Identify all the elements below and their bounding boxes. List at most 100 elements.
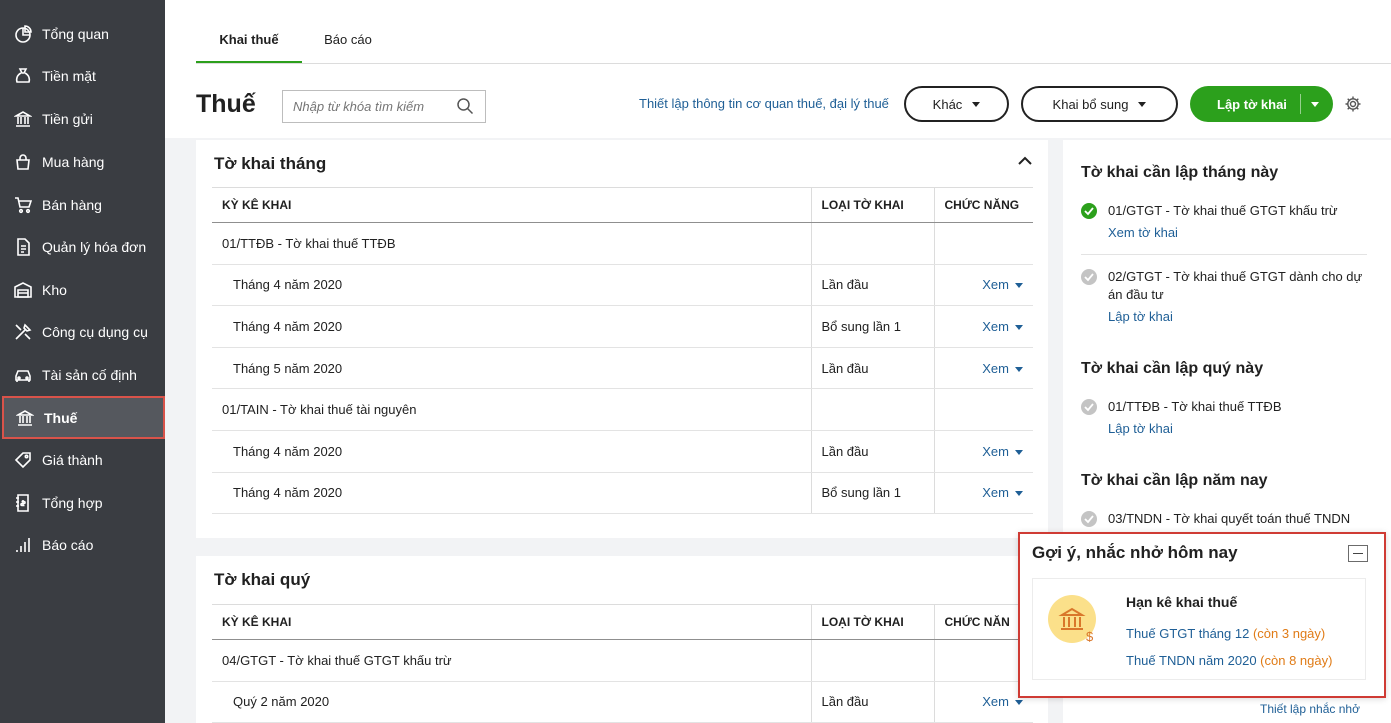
column-header: LOẠI TỜ KHAI — [810, 187, 934, 223]
page-title: Thuế — [196, 90, 256, 118]
sidebar-item-label: Mua hàng — [42, 154, 105, 170]
sidebar: Tổng quan Tiền mặt Tiền gửi Mua hàng Bán… — [0, 0, 165, 723]
reminder-heading: Hạn kê khai thuế — [1126, 594, 1238, 610]
sidebar-item-cost[interactable]: Giá thành — [0, 439, 165, 481]
check-pending-icon — [1081, 511, 1097, 527]
bank-icon — [13, 109, 33, 129]
reminder-setup-link[interactable]: Thiết lập nhắc nhở — [1260, 702, 1360, 716]
table-row: Tháng 4 năm 2020 Lần đầu Xem — [212, 264, 1033, 307]
view-dropdown-button[interactable]: Xem — [982, 277, 1023, 292]
caret-down-icon — [1015, 366, 1023, 372]
todo-item: 01/TTĐB - Tờ khai thuế TTĐB Lập tờ khai — [1081, 398, 1371, 438]
popup-title: Gợi ý, nhắc nhở hôm nay — [1032, 543, 1238, 562]
sidebar-item-summary[interactable]: Tổng hợp — [0, 482, 165, 524]
sidebar-item-invoice[interactable]: Quản lý hóa đơn — [0, 226, 165, 268]
sidebar-item-tools[interactable]: Công cụ dụng cụ — [0, 311, 165, 353]
tax-agency-setup-link[interactable]: Thiết lập thông tin cơ quan thuế, đại lý… — [639, 96, 889, 111]
caret-down-icon — [1015, 449, 1023, 455]
table-row: Tháng 5 năm 2020 Lần đầu Xem — [212, 347, 1033, 390]
check-pending-icon — [1081, 269, 1097, 285]
cart-icon — [13, 195, 33, 215]
bar-chart-icon — [13, 535, 33, 555]
column-header: LOẠI TỜ KHAI — [810, 604, 934, 640]
car-icon — [13, 365, 33, 385]
tax-deadline-icon: $ — [1048, 595, 1096, 644]
reminder-item-link[interactable]: Thuế TNDN năm 2020 (còn 8 ngày) — [1126, 653, 1332, 668]
sidebar-item-tax[interactable]: Thuế — [2, 396, 165, 439]
column-header: KỲ KÊ KHAI — [212, 187, 811, 223]
shopping-bag-icon — [13, 152, 33, 172]
view-dropdown-button[interactable]: Xem — [982, 694, 1023, 709]
sidebar-item-label: Tài sản cố định — [42, 367, 137, 383]
card-title: Tờ khai quý — [214, 570, 311, 589]
invoice-icon — [13, 237, 33, 257]
view-dropdown-button[interactable]: Xem — [982, 444, 1023, 459]
sidebar-item-reports[interactable]: Báo cáo — [0, 524, 165, 566]
group-row: 01/TAIN - Tờ khai thuế tài nguyên — [212, 388, 1033, 431]
view-declaration-link[interactable]: Xem tờ khai — [1108, 224, 1371, 242]
caret-down-icon — [1015, 325, 1023, 331]
todo-item: 01/GTGT - Tờ khai thuế GTGT khấu trừ Xem… — [1081, 202, 1371, 242]
caret-down-icon — [1015, 491, 1023, 497]
supplement-dropdown-button[interactable]: Khai bổ sung — [1021, 86, 1178, 122]
dashboard-icon — [13, 24, 33, 44]
group-row: 01/TTĐB - Tờ khai thuế TTĐB — [212, 222, 1033, 265]
sidebar-item-warehouse[interactable]: Kho — [0, 269, 165, 311]
tab-reports[interactable]: Báo cáo — [313, 22, 383, 64]
monthly-table: KỲ KÊ KHAI LOẠI TỜ KHAI CHỨC NĂNG 01/TTĐ… — [212, 187, 1033, 515]
caret-down-icon — [972, 101, 981, 107]
check-done-icon — [1081, 203, 1097, 219]
chevron-up-icon[interactable] — [1018, 156, 1032, 166]
caret-down-icon[interactable] — [1311, 101, 1319, 107]
sidebar-item-label: Tổng quan — [42, 26, 109, 42]
table-row: Tháng 4 năm 2020 Bổ sung lần 1 Xem — [212, 472, 1033, 515]
ledger-icon — [13, 493, 33, 513]
column-header: KỲ KÊ KHAI — [212, 604, 811, 640]
tax-bank-icon — [15, 408, 35, 428]
monthly-declarations-card: Tờ khai tháng KỲ KÊ KHAI LOẠI TỜ KHAI CH… — [196, 140, 1048, 538]
sidebar-item-label: Thuế — [44, 409, 78, 426]
create-declaration-button[interactable]: Lập tờ khai — [1190, 86, 1333, 122]
sidebar-item-fixed-assets[interactable]: Tài sản cố định — [0, 354, 165, 396]
svg-text:$: $ — [1086, 629, 1094, 643]
table-row: Tháng 4 năm 2020 Lần đầu Xem — [212, 430, 1033, 473]
tab-divider — [196, 63, 1391, 64]
view-dropdown-button[interactable]: Xem — [982, 361, 1023, 376]
section-heading: Tờ khai cần lập năm nay — [1081, 472, 1268, 489]
gear-icon[interactable] — [1344, 95, 1362, 113]
sidebar-item-label: Tổng hợp — [42, 495, 103, 511]
price-tag-icon — [13, 450, 33, 470]
todo-item: 02/GTGT - Tờ khai thuế GTGT dành cho dự … — [1081, 268, 1371, 326]
todo-item: 03/TNDN - Tờ khai quyết toán thuế TNDN — [1081, 510, 1371, 528]
search-icon[interactable] — [456, 97, 474, 115]
view-dropdown-button[interactable]: Xem — [982, 319, 1023, 334]
create-declaration-link[interactable]: Lập tờ khai — [1108, 420, 1371, 438]
tools-icon — [13, 322, 33, 342]
sidebar-item-label: Công cụ dụng cụ — [42, 324, 148, 340]
tab-tax-declaration[interactable]: Khai thuế — [196, 22, 302, 64]
warehouse-icon — [13, 280, 33, 300]
view-dropdown-button[interactable]: Xem — [982, 485, 1023, 500]
sidebar-item-label: Kho — [42, 282, 67, 298]
sidebar-item-cash[interactable]: Tiền mặt — [0, 55, 165, 97]
money-bag-icon — [13, 66, 33, 86]
group-row: 04/GTGT - Tờ khai thuế GTGT khấu trừ — [212, 639, 1033, 682]
sidebar-item-overview[interactable]: Tổng quan — [0, 13, 165, 55]
table-row: Quý 2 năm 2020 Lần đầu Xem — [212, 681, 1033, 723]
card-title: Tờ khai tháng — [214, 154, 327, 173]
table-row: Tháng 4 năm 2020 Bổ sung lần 1 Xem — [212, 305, 1033, 348]
sidebar-item-sales[interactable]: Bán hàng — [0, 184, 165, 226]
caret-down-icon — [1138, 101, 1147, 107]
create-declaration-link[interactable]: Lập tờ khai — [1108, 308, 1371, 326]
reminder-card: $ Hạn kê khai thuế Thuế GTGT tháng 12 (c… — [1032, 578, 1366, 680]
sidebar-item-deposit[interactable]: Tiền gửi — [0, 98, 165, 140]
sidebar-item-purchase[interactable]: Mua hàng — [0, 141, 165, 183]
minimize-button[interactable] — [1348, 545, 1368, 562]
column-header: CHỨC NĂNG — [933, 187, 1033, 223]
reminder-item-link[interactable]: Thuế GTGT tháng 12 (còn 3 ngày) — [1126, 626, 1325, 641]
caret-down-icon — [1015, 700, 1023, 706]
sidebar-item-label: Báo cáo — [42, 537, 94, 553]
quarterly-table: KỲ KÊ KHAI LOẠI TỜ KHAI CHỨC NĂN 04/GTGT… — [212, 604, 1033, 723]
section-heading: Tờ khai cần lập quý này — [1081, 360, 1264, 377]
other-dropdown-button[interactable]: Khác — [904, 86, 1009, 122]
